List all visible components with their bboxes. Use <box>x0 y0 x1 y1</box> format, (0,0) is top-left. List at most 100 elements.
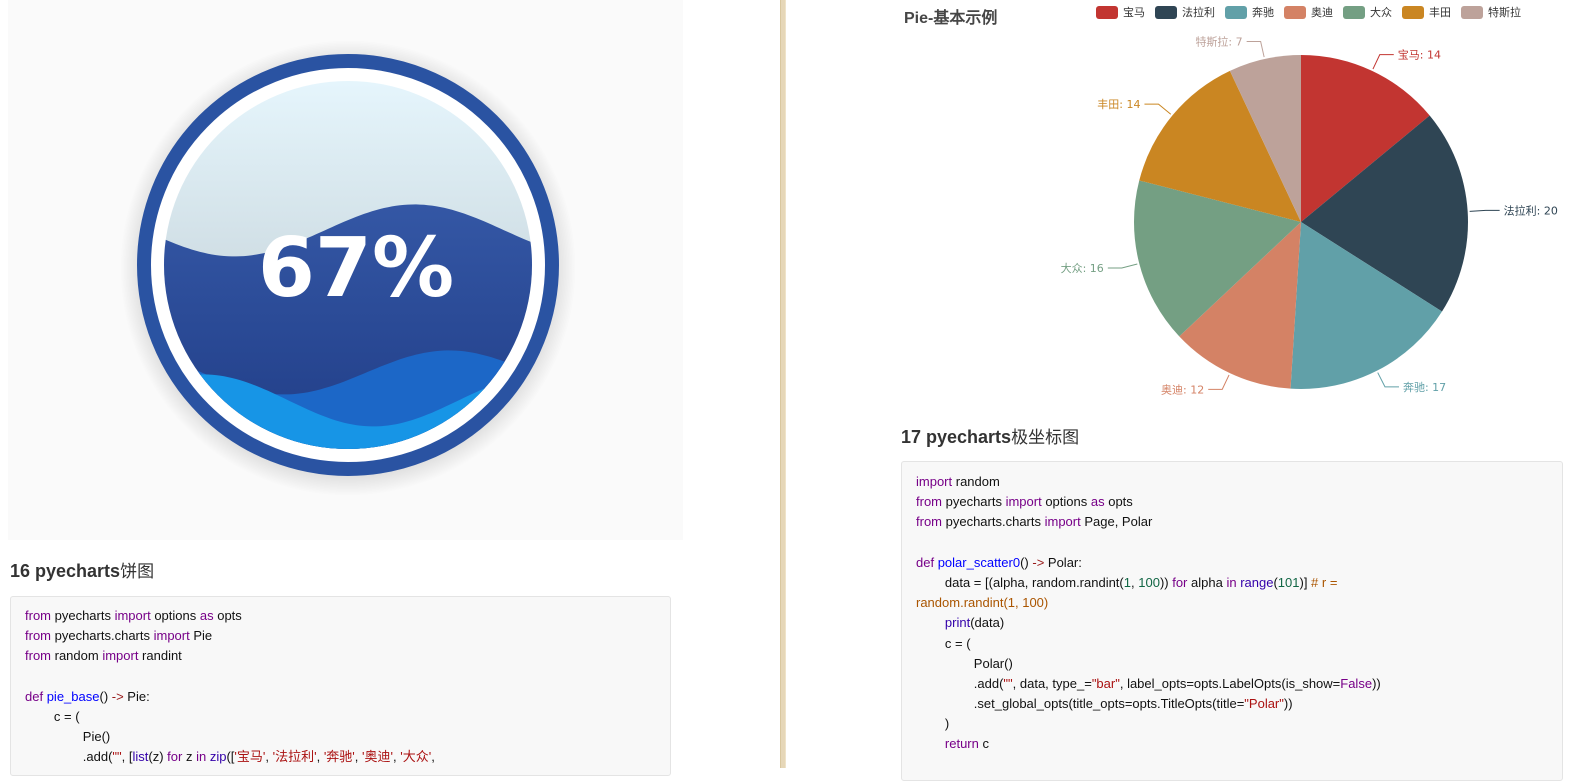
code-token: random <box>51 648 103 664</box>
code-token: c = ( <box>916 635 971 651</box>
code-token: for <box>167 749 183 765</box>
code-line: print(data) <box>916 613 1562 633</box>
code-line: .add("", [list(z) for z in zip(['宝马', '法… <box>25 747 670 767</box>
pie-data-label: 丰田: 14 <box>1097 98 1140 111</box>
code-token: print <box>944 615 971 631</box>
pie-data-label: 特斯拉: 7 <box>1195 34 1242 48</box>
section-heading-polar: 17 pyecharts极坐标图 <box>901 423 1079 448</box>
code-token: import <box>102 648 139 664</box>
code-token: for <box>1172 574 1188 590</box>
code-token: )) <box>1372 675 1381 691</box>
code-token: from <box>916 514 942 530</box>
code-token: Pie: <box>123 688 150 704</box>
pie-leader-line <box>1107 263 1138 269</box>
code-token: 101 <box>1277 574 1300 590</box>
code-token: import <box>1044 514 1081 530</box>
code-token: random.randint(1, 100) <box>916 595 1049 611</box>
code-token: pyecharts.charts <box>51 628 154 644</box>
code-token: Pie() <box>25 729 111 745</box>
code-token: pyecharts <box>942 494 1006 510</box>
code-token: import <box>114 608 151 623</box>
code-token: z <box>182 749 197 765</box>
code-line: def pie_base() -> Pie: <box>25 687 670 707</box>
code-token: import <box>916 474 953 489</box>
code-line: random.randint(1, 100) <box>916 593 1562 613</box>
code-token: from <box>25 608 51 623</box>
liquid-chart: 67% <box>8 0 683 540</box>
code-token: '奔驰' <box>323 749 355 765</box>
code-token: , [ <box>121 749 133 765</box>
pie-leader-line <box>1246 40 1265 58</box>
code-token: , <box>354 749 363 765</box>
code-token: pyecharts.charts <box>942 514 1045 530</box>
code-token: () <box>99 688 112 704</box>
code-line: Polar() <box>916 654 1562 674</box>
code-token: "Polar" <box>1244 696 1284 712</box>
code-token: .add( <box>25 749 113 765</box>
code-token: as <box>1090 494 1105 510</box>
code-token: random <box>952 474 1000 489</box>
pie-data-label: 奥迪: 12 <box>1161 382 1204 396</box>
code-token: c <box>978 736 989 752</box>
code-line: from pyecharts.charts import Pie <box>25 626 670 646</box>
code-token: list <box>132 749 149 765</box>
code-token: .set_global_opts(title_opts=opts.TitleOp… <box>916 696 1245 712</box>
code-token: Polar: <box>1044 554 1082 570</box>
code-token: () <box>1020 554 1033 570</box>
code-token: (z) <box>148 749 168 765</box>
pie-data-label: 宝马: 14 <box>1398 48 1441 62</box>
pie-data-label: 奔驰: 17 <box>1403 380 1446 394</box>
pie-leader-line <box>1372 54 1394 70</box>
code-token: , <box>316 749 324 765</box>
pie-leader-line <box>1208 374 1230 390</box>
code-token: "" <box>112 749 122 765</box>
code-token: False <box>1340 675 1373 691</box>
heading-number: 16 pyecharts <box>10 561 121 581</box>
code-block-polar: import random from pyecharts import optio… <box>901 461 1563 781</box>
code-token: in <box>1226 574 1237 590</box>
code-token: '法拉利' <box>272 749 317 765</box>
code-token: pie_base <box>46 688 100 704</box>
code-token: '宝马' <box>234 749 266 765</box>
code-line: from pyecharts.charts import Page, Polar <box>916 512 1562 532</box>
right-document-pane: Pie-基本示例 宝马 法拉利 奔驰 奥迪 大众 丰田 特斯拉 宝马: 14 法拉利: 20 奔… <box>786 0 1574 781</box>
pie-leader-line <box>1377 372 1399 388</box>
code-token: c = ( <box>25 708 80 724</box>
code-token: , <box>265 749 273 765</box>
code-token: '大众' <box>400 749 432 765</box>
section-heading-pie: 16 pyecharts饼图 <box>10 557 154 582</box>
code-token: )) <box>1283 696 1293 712</box>
code-line: from pyecharts import options as opts <box>25 606 670 626</box>
code-token: as <box>199 608 214 623</box>
code-token: , label_opts=opts.LabelOpts(is_show= <box>1119 675 1341 691</box>
liquid-chart-svg: 67% <box>120 40 576 496</box>
heading-chinese: 饼图 <box>120 562 155 582</box>
code-token: '奥迪' <box>362 749 393 765</box>
code-line: import random <box>916 472 1562 492</box>
code-token: -> <box>1032 554 1045 570</box>
code-token: options <box>150 608 200 623</box>
code-token: alpha <box>1187 574 1227 590</box>
code-line: .set_global_opts(title_opts=opts.TitleOp… <box>916 694 1562 714</box>
code-token: in <box>196 749 207 765</box>
pie-data-label: 法拉利: 20 <box>1504 203 1558 217</box>
code-token: def <box>916 554 935 570</box>
pie-chart: 宝马: 14 法拉利: 20 奔驰: 17 奥迪: 12 大众: 16 丰田: 14 特斯拉… <box>1061 34 1558 396</box>
code-token: , <box>431 749 435 765</box>
code-token: Page, Polar <box>1080 514 1153 530</box>
code-line: from random import randint <box>25 646 670 666</box>
code-line: .add("", data, type_="bar", label_opts=o… <box>916 674 1562 694</box>
code-token: (data) <box>970 615 1005 631</box>
heading-chinese: 极坐标图 <box>1011 428 1080 448</box>
code-line: from pyecharts import options as opts <box>916 492 1562 512</box>
code-token: from <box>25 628 51 644</box>
heading-number: 17 pyecharts <box>901 427 1012 447</box>
code-block-pie: from pyecharts import options as opts fro… <box>10 596 671 776</box>
pie-data-label: 大众: 16 <box>1061 261 1104 275</box>
code-token: polar_scatter0 <box>937 554 1021 570</box>
code-token: data = [(alpha, random.randint( <box>916 574 1124 590</box>
